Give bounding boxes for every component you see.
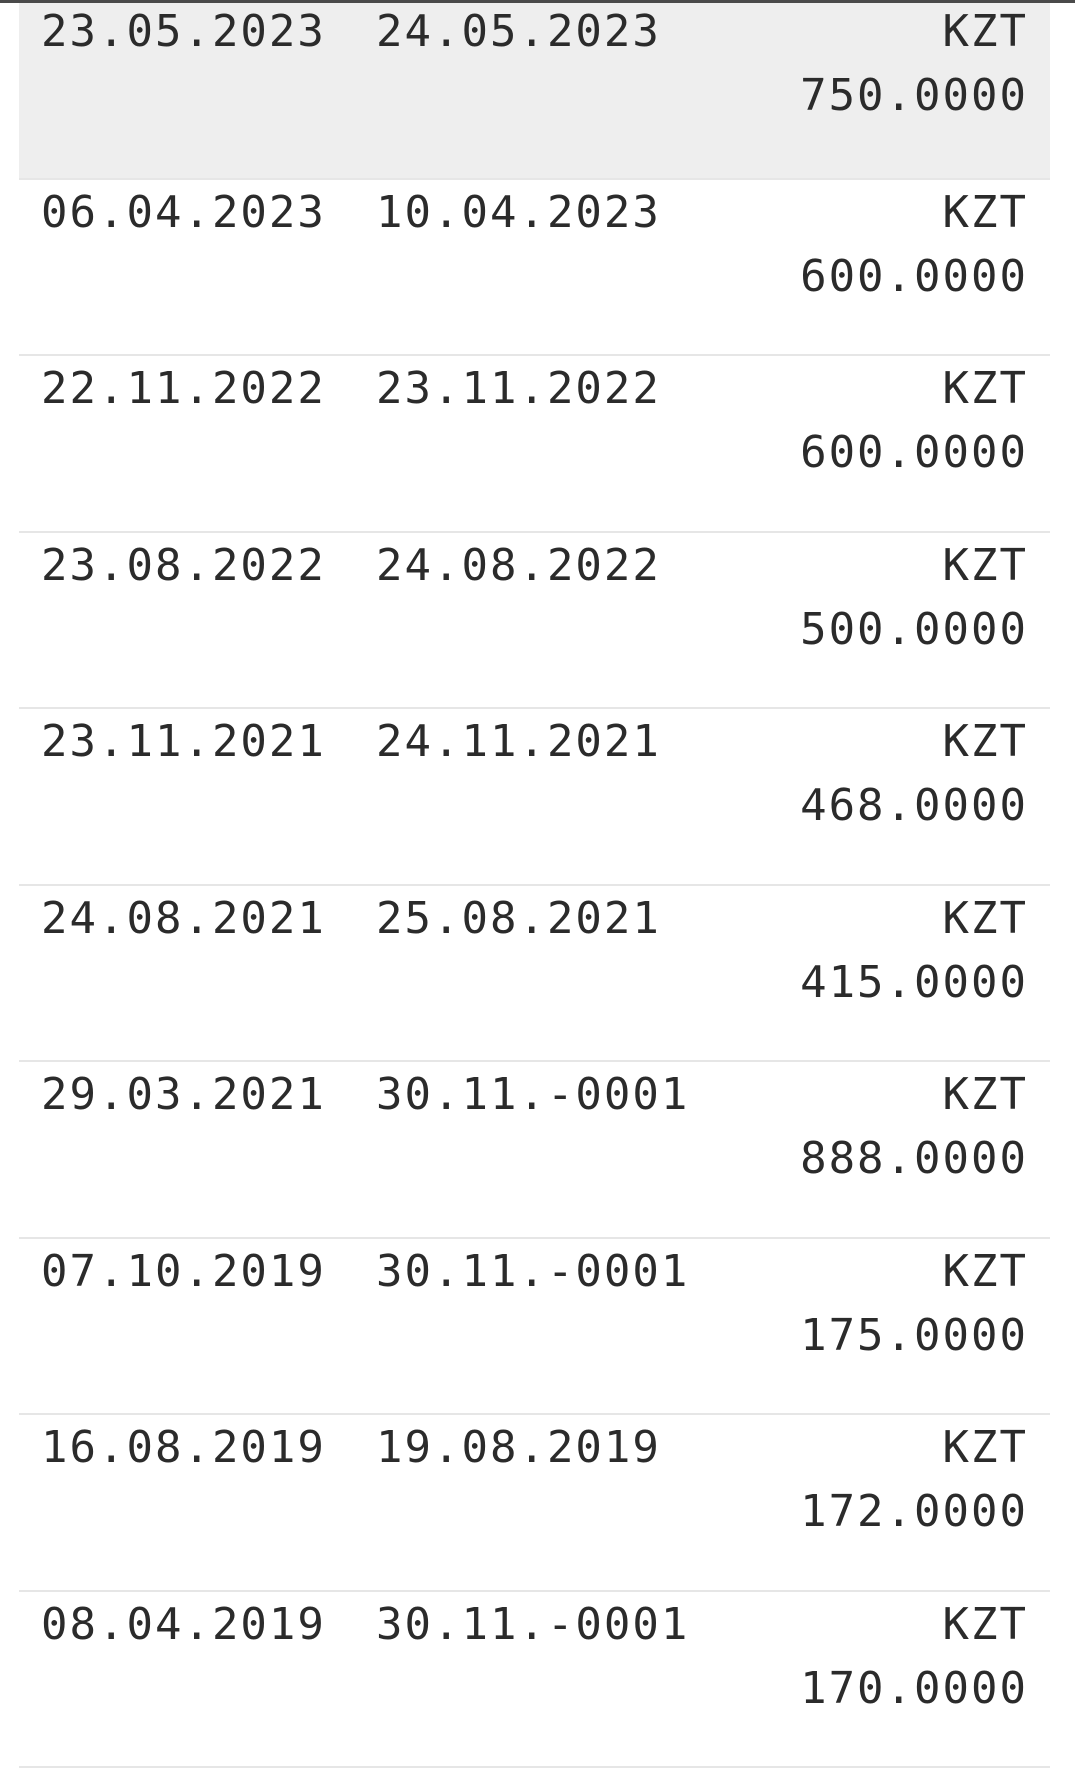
currency-cell: KZT — [943, 1415, 1028, 1481]
date-cell: 24.05.2023 — [376, 0, 661, 65]
date-cell: 16.08.2019 — [41, 1415, 326, 1481]
date-cell: 29.03.2021 — [41, 1062, 326, 1128]
table-row[interactable]: 16.08.2019 19.08.2019 KZT 172.0000 — [19, 1415, 1050, 1592]
date-cell: 30.11.-0001 — [376, 1062, 689, 1128]
table-row[interactable]: 24.08.2021 25.08.2021 KZT 415.0000 — [19, 886, 1050, 1063]
table-row[interactable]: 23.08.2022 24.08.2022 KZT 500.0000 — [19, 533, 1050, 710]
table-row[interactable]: 23.11.2021 24.11.2021 KZT 468.0000 — [19, 709, 1050, 886]
amount-cell: 500.0000 — [800, 597, 1028, 663]
date-cell: 24.08.2021 — [41, 886, 326, 952]
date-cell: 30.11.-0001 — [376, 1239, 689, 1305]
dividend-table: 23.05.2023 24.05.2023 KZT 750.0000 06.04… — [19, 3, 1050, 1768]
currency-cell: KZT — [943, 180, 1028, 246]
date-cell: 07.10.2019 — [41, 1239, 326, 1305]
amount-cell: 468.0000 — [800, 773, 1028, 839]
amount-cell: 415.0000 — [800, 950, 1028, 1016]
date-cell: 23.05.2023 — [41, 0, 326, 65]
date-cell: 06.04.2023 — [41, 180, 326, 246]
date-cell: 25.08.2021 — [376, 886, 661, 952]
date-cell: 22.11.2022 — [41, 356, 326, 422]
date-cell: 24.11.2021 — [376, 709, 661, 775]
table-row[interactable]: 29.03.2021 30.11.-0001 KZT 888.0000 — [19, 1062, 1050, 1239]
table-row[interactable]: 22.11.2022 23.11.2022 KZT 600.0000 — [19, 356, 1050, 533]
amount-cell: 600.0000 — [800, 420, 1028, 486]
date-cell: 30.11.-0001 — [376, 1592, 689, 1658]
currency-cell: KZT — [943, 533, 1028, 599]
amount-cell: 170.0000 — [800, 1656, 1028, 1722]
date-cell: 23.11.2021 — [41, 709, 326, 775]
amount-cell: 172.0000 — [800, 1479, 1028, 1545]
amount-cell: 175.0000 — [800, 1303, 1028, 1369]
date-cell: 19.08.2019 — [376, 1415, 661, 1481]
currency-cell: KZT — [943, 1062, 1028, 1128]
date-cell: 08.04.2019 — [41, 1592, 326, 1658]
date-cell: 23.08.2022 — [41, 533, 326, 599]
currency-cell: KZT — [943, 886, 1028, 952]
currency-cell: KZT — [943, 1239, 1028, 1305]
date-cell: 10.04.2023 — [376, 180, 661, 246]
currency-cell: KZT — [943, 356, 1028, 422]
amount-cell: 600.0000 — [800, 244, 1028, 310]
currency-cell: KZT — [943, 0, 1028, 65]
amount-cell: 888.0000 — [800, 1126, 1028, 1192]
date-cell: 24.08.2022 — [376, 533, 661, 599]
currency-cell: KZT — [943, 709, 1028, 775]
table-row[interactable]: 07.10.2019 30.11.-0001 KZT 175.0000 — [19, 1239, 1050, 1416]
table-row[interactable]: 08.04.2019 30.11.-0001 KZT 170.0000 — [19, 1592, 1050, 1768]
amount-cell: 750.0000 — [800, 63, 1028, 129]
table-row[interactable]: 06.04.2023 10.04.2023 KZT 600.0000 — [19, 180, 1050, 357]
currency-cell: KZT — [943, 1592, 1028, 1658]
date-cell: 23.11.2022 — [376, 356, 661, 422]
table-row[interactable]: 23.05.2023 24.05.2023 KZT 750.0000 — [19, 3, 1050, 180]
